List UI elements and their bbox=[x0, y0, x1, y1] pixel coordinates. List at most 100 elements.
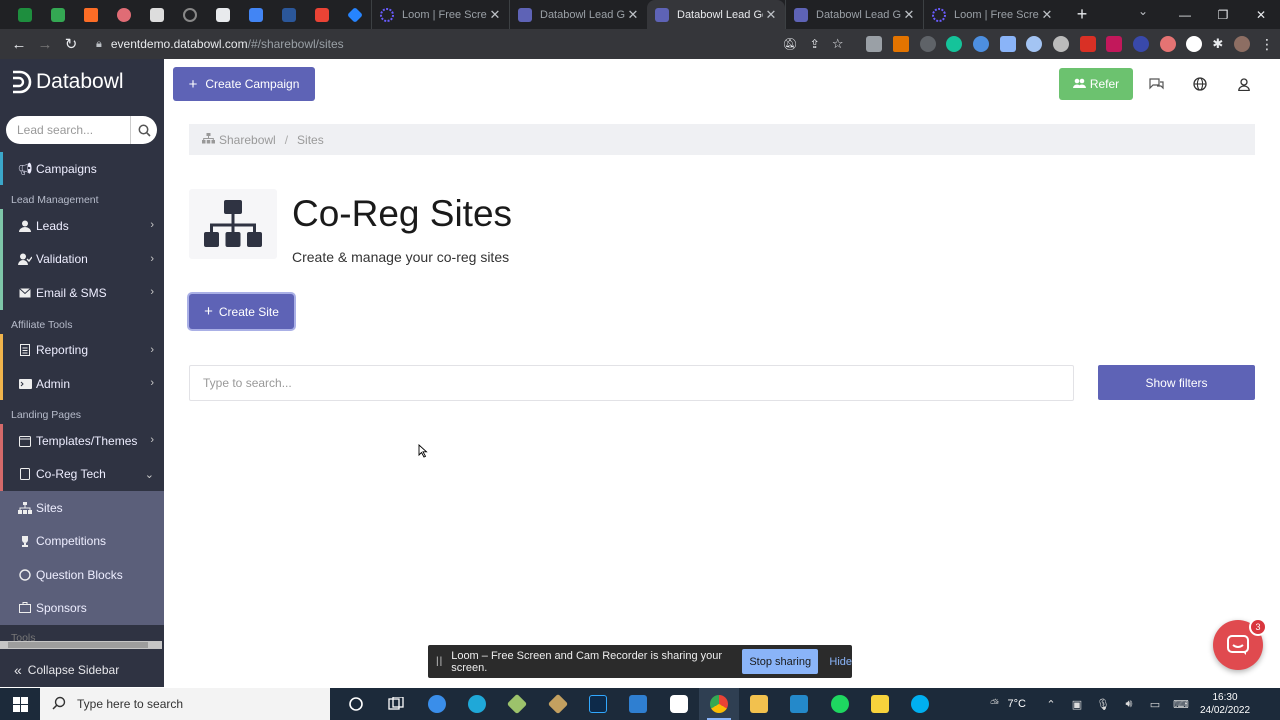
camera-extension-icon[interactable] bbox=[866, 36, 883, 52]
pinned-tab-gmail[interactable] bbox=[305, 0, 338, 29]
volume-icon[interactable]: 🔊︎ bbox=[1116, 698, 1142, 711]
sidebar-scrollbar[interactable] bbox=[0, 641, 162, 649]
sidebar-item-campaigns[interactable]: 📢︎ Campaigns bbox=[0, 152, 164, 186]
close-icon[interactable]: ✕ bbox=[901, 7, 917, 23]
browser-tab[interactable]: Databowl Lead Gen ✕ bbox=[785, 0, 923, 29]
app-icon[interactable] bbox=[537, 688, 577, 720]
close-window-icon[interactable]: ✕ bbox=[1242, 0, 1280, 29]
extension-icon[interactable] bbox=[999, 36, 1016, 52]
pinned-tab-settings[interactable] bbox=[140, 0, 173, 29]
extension-icon[interactable] bbox=[1026, 36, 1043, 52]
pen-extension-icon[interactable] bbox=[919, 36, 936, 52]
chrome-icon[interactable] bbox=[698, 688, 739, 720]
pinned-tab-jira[interactable] bbox=[338, 0, 371, 29]
chat-launcher-button[interactable]: 3 bbox=[1213, 618, 1267, 670]
brand-logo[interactable]: Databowl bbox=[10, 69, 124, 95]
browser-tab[interactable]: Databowl Lead Gen ✕ bbox=[509, 0, 647, 29]
browser-tab-active[interactable]: Databowl Lead Gen ✕ bbox=[647, 0, 785, 29]
sidebar-item-sponsors[interactable]: Sponsors bbox=[0, 591, 164, 624]
skype-icon[interactable] bbox=[900, 688, 940, 720]
pinned-tab-docs[interactable] bbox=[239, 0, 272, 29]
pinned-tab-word[interactable] bbox=[272, 0, 305, 29]
microphone-icon[interactable]: 🎙︎ bbox=[1090, 698, 1116, 711]
pinned-tab-linkedin[interactable] bbox=[206, 0, 239, 29]
sidebar-item-competitions[interactable]: Competitions bbox=[0, 525, 164, 558]
url-field[interactable]: 🔒︎ eventdemo.databowl.com/#/sharebowl/si… bbox=[96, 37, 344, 51]
hide-button[interactable]: Hide bbox=[829, 656, 852, 668]
new-tab-button[interactable]: + bbox=[1067, 4, 1097, 25]
sidebar-item-reporting[interactable]: Reporting › bbox=[0, 333, 164, 367]
breadcrumb-root[interactable]: Sharebowl bbox=[219, 133, 276, 147]
app-icon[interactable] bbox=[497, 688, 537, 720]
profile-avatar[interactable] bbox=[1234, 36, 1250, 52]
browser-tab[interactable]: Loom | Free Screen ✕ bbox=[923, 0, 1061, 29]
globe-icon[interactable] bbox=[1191, 75, 1209, 93]
download-extension-icon[interactable] bbox=[892, 36, 909, 52]
extension-icon[interactable] bbox=[1186, 36, 1203, 52]
pinned-tab-gitlab[interactable] bbox=[74, 0, 107, 29]
minimize-icon[interactable]: — bbox=[1166, 0, 1204, 29]
create-campaign-button[interactable]: + Create Campaign bbox=[173, 67, 315, 101]
pinned-tab-loading[interactable] bbox=[173, 0, 206, 29]
extension-icon[interactable] bbox=[972, 36, 989, 52]
close-icon[interactable]: ✕ bbox=[625, 7, 641, 23]
sticky-notes-icon[interactable] bbox=[860, 688, 900, 720]
sidebar-item-admin[interactable]: Admin › bbox=[0, 366, 164, 401]
pinned-tab-cloud[interactable] bbox=[107, 0, 140, 29]
search-icon[interactable] bbox=[130, 116, 157, 144]
sidebar-item-validation[interactable]: Validation › bbox=[0, 242, 164, 277]
windows-start-icon[interactable] bbox=[0, 688, 40, 720]
lead-search-input[interactable] bbox=[6, 116, 130, 144]
create-site-button[interactable]: + Create Site bbox=[189, 294, 294, 329]
weather-icon[interactable]: ⛅︎ bbox=[982, 698, 1008, 711]
pinned-tab-sheets[interactable] bbox=[8, 0, 41, 29]
sidebar-item-sites[interactable]: Sites bbox=[0, 491, 164, 524]
collapse-sidebar-button[interactable]: « Collapse Sidebar bbox=[0, 652, 164, 687]
input-icon[interactable]: ⌨ bbox=[1168, 698, 1194, 711]
show-filters-button[interactable]: Show filters bbox=[1098, 365, 1255, 400]
chevron-up-icon[interactable]: ⌃ bbox=[1038, 698, 1064, 711]
extension-s-icon[interactable] bbox=[1052, 36, 1069, 52]
refer-button[interactable]: Refer bbox=[1059, 68, 1133, 100]
chat-bubbles-icon[interactable] bbox=[1147, 75, 1165, 93]
browser-tab[interactable]: Loom | Free Screen ✕ bbox=[371, 0, 509, 29]
restore-icon[interactable]: ❐ bbox=[1204, 0, 1242, 29]
sites-search-input[interactable] bbox=[189, 365, 1074, 401]
tray-app-icon[interactable]: ▣ bbox=[1064, 698, 1090, 711]
sidebar-item-coreg[interactable]: Co-Reg Tech ⌄ bbox=[0, 457, 164, 492]
photoshop-icon[interactable] bbox=[578, 688, 618, 720]
spotify-icon[interactable] bbox=[820, 688, 860, 720]
cortana-icon[interactable] bbox=[336, 688, 376, 720]
extension-icon[interactable] bbox=[1106, 36, 1123, 52]
sidebar-item-email-sms[interactable]: Email & SMS › bbox=[0, 276, 164, 310]
grammarly-icon[interactable] bbox=[946, 36, 963, 52]
drag-handle-icon[interactable]: || bbox=[436, 656, 443, 667]
close-icon[interactable]: ✕ bbox=[1039, 7, 1055, 23]
weather-temperature[interactable]: 7°C bbox=[1008, 698, 1026, 710]
sidebar-item-leads[interactable]: Leads › bbox=[0, 209, 164, 243]
extension-icon[interactable] bbox=[1079, 36, 1096, 52]
close-icon[interactable]: ✕ bbox=[487, 7, 503, 23]
reload-icon[interactable]: ↻ bbox=[58, 29, 84, 59]
tab-search-icon[interactable]: ⌄ bbox=[1138, 4, 1148, 18]
kebab-menu-icon[interactable]: ⋮ bbox=[1260, 36, 1274, 53]
extension-icon[interactable] bbox=[1159, 36, 1176, 52]
bookmark-star-icon[interactable]: ☆ bbox=[832, 36, 844, 52]
forward-icon[interactable]: → bbox=[32, 29, 58, 59]
mute-icon[interactable]: 🔕︎ bbox=[783, 37, 798, 51]
taskbar-search[interactable]: Type here to search bbox=[40, 688, 330, 720]
mail-icon[interactable] bbox=[618, 688, 658, 720]
user-account-icon[interactable] bbox=[1235, 75, 1253, 93]
pinned-tab-sheets[interactable] bbox=[41, 0, 74, 29]
network-icon[interactable]: ▭ bbox=[1142, 698, 1168, 711]
task-view-icon[interactable] bbox=[376, 688, 416, 720]
file-explorer-icon[interactable] bbox=[739, 688, 779, 720]
app-icon[interactable] bbox=[417, 688, 457, 720]
sidebar-item-templates[interactable]: Templates/Themes › bbox=[0, 424, 164, 458]
close-icon[interactable]: ✕ bbox=[763, 7, 779, 23]
clock[interactable]: 16:30 24/02/2022 bbox=[1194, 691, 1256, 717]
puzzle-icon[interactable]: ✱ bbox=[1212, 36, 1223, 52]
slack-icon[interactable] bbox=[658, 688, 698, 720]
extension-icon[interactable] bbox=[1133, 36, 1150, 52]
back-icon[interactable]: ← bbox=[6, 29, 32, 59]
